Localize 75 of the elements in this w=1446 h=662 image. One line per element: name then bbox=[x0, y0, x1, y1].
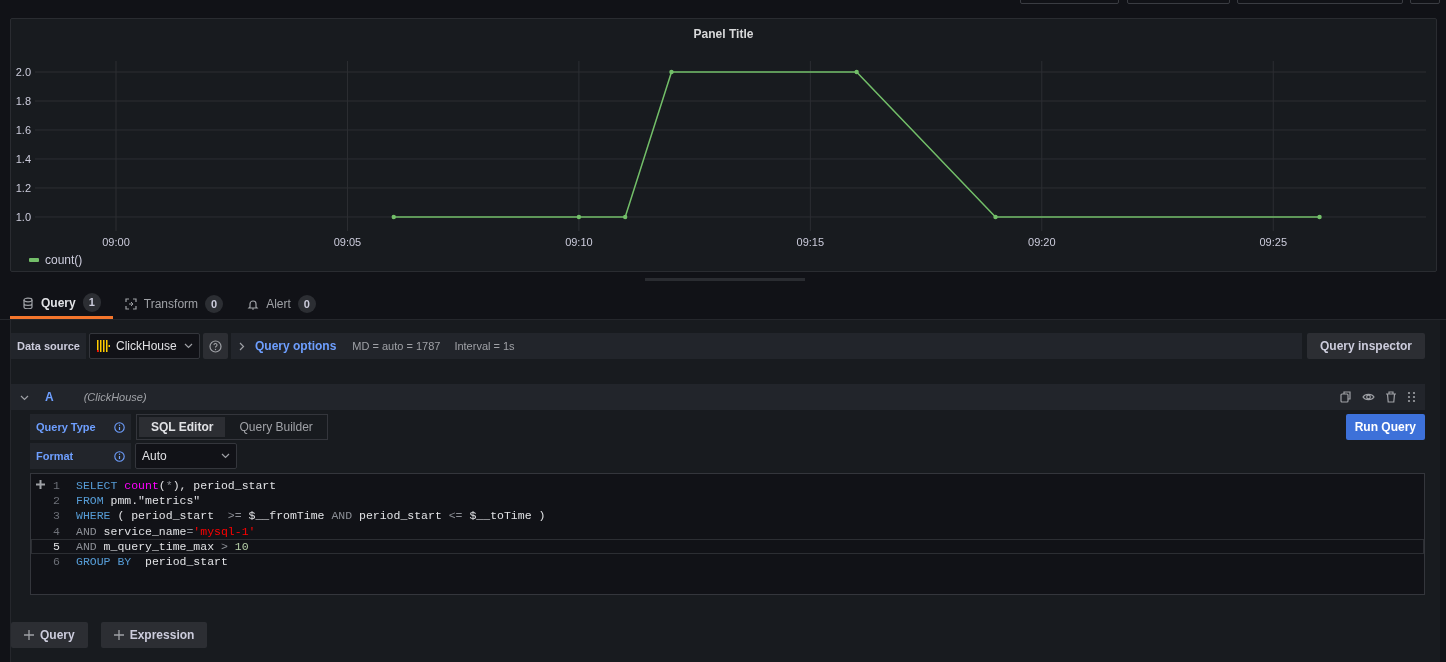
code-line: AND m_query_time_max > 10 bbox=[76, 538, 249, 555]
options-info: Interval = 1s bbox=[454, 338, 515, 354]
y-axis-label: 1.6 bbox=[15, 124, 31, 136]
line-number: 1 bbox=[52, 477, 61, 494]
x-axis-label: 09:10 bbox=[565, 236, 593, 248]
datasource-select[interactable]: ClickHouse bbox=[89, 333, 200, 359]
x-axis-label: 09:05 bbox=[333, 236, 362, 248]
plus-icon bbox=[36, 480, 45, 489]
chevron-down-icon bbox=[221, 453, 230, 459]
tab[interactable]: Transform 0 bbox=[112, 289, 236, 319]
field-label: Query Type bbox=[36, 419, 96, 435]
data-point bbox=[854, 69, 859, 75]
corners-icon bbox=[124, 298, 137, 310]
x-axis-label: 09:00 bbox=[102, 236, 130, 248]
plus-icon bbox=[113, 630, 124, 640]
trash-icon[interactable] bbox=[1385, 391, 1397, 403]
legend-label[interactable]: count() bbox=[45, 251, 83, 269]
bell-icon bbox=[247, 298, 260, 310]
code-line: AND service_name='mysql-1' bbox=[76, 523, 256, 540]
eye-icon[interactable] bbox=[1362, 391, 1375, 403]
field-label: Format bbox=[36, 448, 74, 464]
count-badge: 1 bbox=[82, 293, 101, 312]
query-options-bar[interactable]: Query options MD = auto = 1787 Interval = 1s bbox=[231, 333, 1302, 359]
y-axis-label: 1.2 bbox=[15, 181, 31, 194]
ref-letter[interactable]: A bbox=[45, 388, 54, 406]
data-point bbox=[623, 214, 628, 220]
add-button[interactable]: Expression bbox=[100, 622, 208, 648]
select-value: Auto bbox=[142, 448, 168, 465]
field-label: Data source bbox=[11, 333, 86, 359]
code-line: WHERE ( period_start >= $__fromTime AND period_start <= $__toTime ) bbox=[76, 508, 546, 525]
info-icon bbox=[114, 421, 125, 433]
run-query-button[interactable]: Run Query bbox=[1345, 414, 1425, 440]
data-point bbox=[391, 214, 396, 220]
data-point bbox=[993, 214, 998, 220]
y-axis-label: 1.0 bbox=[15, 210, 31, 223]
line-number: 2 bbox=[52, 493, 61, 510]
x-axis-label: 09:20 bbox=[1028, 236, 1056, 248]
plus-icon bbox=[24, 630, 34, 640]
help-icon bbox=[209, 339, 222, 353]
chevron-right-icon bbox=[239, 341, 245, 351]
datasource-name: (ClickHouse) bbox=[83, 389, 148, 405]
panel-title: Panel Title bbox=[693, 27, 754, 41]
help-button[interactable] bbox=[203, 333, 228, 359]
drag-handle-icon[interactable] bbox=[1407, 391, 1416, 403]
data-point bbox=[576, 214, 582, 220]
copy-icon[interactable] bbox=[1340, 391, 1352, 403]
count-badge: 0 bbox=[205, 294, 224, 314]
y-axis-label: 2.0 bbox=[15, 66, 31, 78]
options-info: MD = auto = 1787 bbox=[352, 338, 441, 354]
query-options-link[interactable]: Query options bbox=[255, 337, 337, 355]
code-line: GROUP BY period_start bbox=[76, 553, 228, 570]
line-number: 5 bbox=[52, 538, 61, 555]
x-axis-label: 09:25 bbox=[1259, 236, 1287, 248]
count-badge: 0 bbox=[297, 294, 316, 314]
code-line: SELECT count(*), period_start bbox=[76, 477, 277, 494]
radio-option[interactable]: SQL Editor bbox=[139, 417, 226, 437]
database-icon bbox=[22, 296, 34, 309]
code-line: FROM pmm."metrics" bbox=[76, 493, 201, 510]
info-icon bbox=[114, 450, 125, 462]
format-select[interactable]: Auto bbox=[135, 443, 237, 469]
query-inspector-button[interactable]: Query inspector bbox=[1306, 333, 1425, 359]
y-axis-label: 1.4 bbox=[15, 152, 31, 165]
data-point bbox=[669, 69, 674, 75]
select-value: ClickHouse bbox=[116, 338, 178, 355]
x-axis-label: 09:15 bbox=[796, 236, 825, 248]
line-number: 4 bbox=[52, 523, 61, 540]
line-number: 3 bbox=[52, 508, 61, 525]
chevron-down-icon bbox=[184, 343, 193, 349]
radio-option[interactable]: Query Builder bbox=[227, 417, 325, 437]
y-axis-label: 1.8 bbox=[15, 95, 31, 107]
logo-icon bbox=[96, 339, 110, 353]
line-number: 6 bbox=[52, 553, 61, 570]
tab[interactable]: Alert 0 bbox=[235, 289, 328, 319]
add-button[interactable]: Query bbox=[11, 622, 88, 648]
data-point bbox=[1317, 214, 1322, 220]
